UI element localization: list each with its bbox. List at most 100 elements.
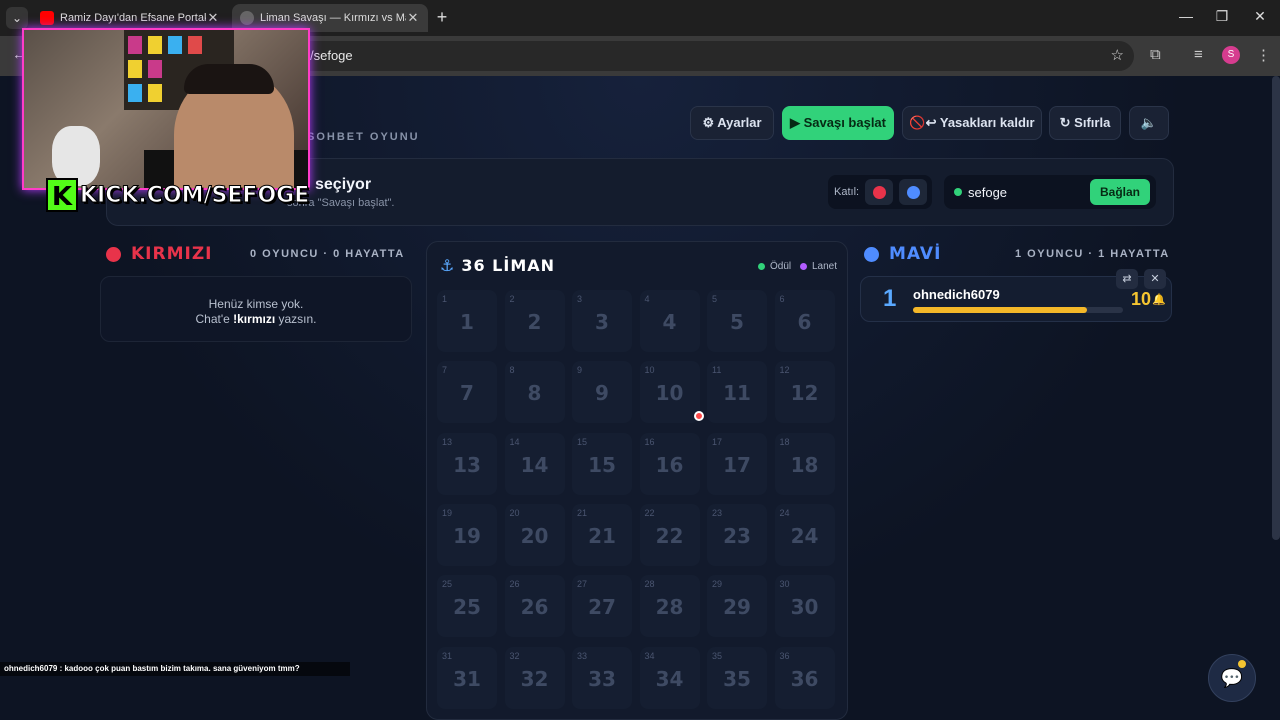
- restore-icon[interactable]: ❐: [1212, 8, 1232, 28]
- red-team-stats: 0 OYUNCU · 0 HAYATTA: [250, 248, 405, 260]
- cell-index: 20: [509, 507, 520, 518]
- cell-number: 17: [723, 452, 751, 477]
- harbor-cell[interactable]: 34 34: [639, 646, 700, 709]
- blue-dot-icon: [906, 185, 920, 199]
- harbor-cell[interactable]: 12 12: [774, 361, 835, 424]
- join-selector: Katıl:: [828, 175, 932, 209]
- cell-index: 12: [779, 365, 790, 376]
- harbor-cell[interactable]: 15 15: [572, 432, 632, 495]
- new-tab-button[interactable]: +: [432, 8, 452, 28]
- cell-index: 21: [577, 507, 588, 518]
- reward-dot-icon: [758, 263, 765, 270]
- curse-dot-icon: [800, 263, 807, 270]
- red-command: !kırmızı: [233, 312, 276, 326]
- streamer-hair: [184, 64, 274, 94]
- harbor-cell[interactable]: 11: [437, 290, 497, 352]
- window-close-icon[interactable]: ✕: [1250, 8, 1270, 28]
- red-dot-icon: [872, 185, 886, 199]
- kebab-menu-icon[interactable]: ⋮: [1256, 46, 1271, 64]
- harbor-cell[interactable]: 77: [437, 361, 497, 424]
- join-red-button[interactable]: [865, 179, 894, 205]
- cell-number: 11: [723, 381, 751, 406]
- harbor-cell[interactable]: 16 16: [639, 432, 700, 495]
- harbor-cell[interactable]: 18 18: [774, 432, 835, 495]
- harbor-cell[interactable]: 32 32: [504, 646, 565, 709]
- cell-number: 34: [655, 666, 684, 691]
- media-queue-icon[interactable]: ≡: [1194, 46, 1203, 63]
- cell-index: 30: [779, 579, 790, 590]
- harbor-cell[interactable]: 22: [504, 290, 565, 352]
- youtube-icon: [40, 11, 54, 25]
- harbor-cell[interactable]: 99: [572, 361, 632, 424]
- cell-number: 1: [460, 310, 474, 334]
- harbor-cell[interactable]: 31 31: [437, 646, 497, 709]
- cell-number: 15: [588, 452, 616, 477]
- remove-player-button[interactable]: ✕: [1144, 269, 1166, 289]
- page-scrollbar[interactable]: [1272, 76, 1280, 540]
- clear-bans-button[interactable]: 🚫↩ Yasakları kaldır: [902, 106, 1042, 140]
- anchor-icon: ⚓: [440, 256, 456, 275]
- harbor-cell[interactable]: 14 14: [504, 432, 565, 495]
- harbor-cell[interactable]: 24 24: [774, 503, 835, 566]
- teddy-bear-image: [52, 126, 100, 186]
- harbor-cell[interactable]: 17 17: [707, 432, 767, 495]
- harbor-cell[interactable]: 25 25: [437, 575, 497, 638]
- join-blue-button[interactable]: [899, 179, 928, 205]
- extensions-icon[interactable]: ⧉: [1150, 46, 1161, 63]
- harbor-cell[interactable]: 33: [572, 290, 632, 352]
- harbor-cell[interactable]: 21 21: [572, 503, 632, 566]
- chat-bubble-button[interactable]: 💬: [1208, 654, 1256, 702]
- close-icon[interactable]: ✕: [406, 10, 420, 26]
- harbor-cell[interactable]: 26 26: [504, 575, 565, 638]
- game-subtitle: SOHBET OYUNU: [307, 131, 420, 143]
- cell-number: 21: [588, 523, 616, 548]
- harbor-cell[interactable]: 13 13: [437, 432, 497, 495]
- harbor-cell[interactable]: 29 29: [707, 575, 767, 638]
- grid-title: ⚓ 36 LİMAN: [440, 256, 556, 275]
- cell-number: 19: [453, 523, 481, 548]
- harbor-cell[interactable]: 55: [707, 290, 767, 352]
- harbor-cell[interactable]: 44: [639, 290, 700, 352]
- harbor-cell[interactable]: 33 33: [572, 646, 632, 709]
- bookmark-star-icon[interactable]: ☆: [1111, 46, 1124, 64]
- swap-team-button[interactable]: ⇄: [1116, 269, 1138, 289]
- connect-button[interactable]: Bağlan: [1090, 179, 1150, 205]
- harbor-cell[interactable]: 20 20: [504, 503, 565, 566]
- harbor-cell[interactable]: 36 36: [774, 646, 835, 709]
- legend-curse: Lanet: [800, 261, 837, 272]
- harbor-cell[interactable]: 22 22: [639, 503, 700, 566]
- cell-index: 27: [577, 579, 588, 590]
- sound-button[interactable]: 🔈: [1129, 106, 1169, 140]
- close-icon[interactable]: ✕: [206, 10, 220, 26]
- red-team-icon: [106, 246, 121, 262]
- harbor-cell[interactable]: 19 19: [437, 503, 497, 566]
- cell-index: 32: [509, 650, 520, 661]
- start-battle-button[interactable]: ▶ Savaşı başlat: [782, 106, 894, 140]
- cell-number: 9: [595, 381, 609, 406]
- cell-number: 18: [790, 452, 819, 477]
- harbor-cell[interactable]: 30 30: [774, 575, 835, 638]
- cell-number: 6: [797, 310, 812, 334]
- tab-search-button[interactable]: ⌄: [6, 7, 28, 29]
- harbor-cell[interactable]: 27 27: [572, 575, 632, 638]
- settings-button[interactable]: ⚙ Ayarlar: [690, 106, 774, 140]
- url-text: /sefoge: [310, 48, 353, 63]
- cell-number: 27: [588, 595, 616, 620]
- cell-number: 7: [460, 381, 474, 406]
- harbor-cell[interactable]: 66: [774, 290, 835, 352]
- kick-logo-icon: K: [46, 178, 78, 212]
- profile-avatar[interactable]: S: [1222, 46, 1240, 64]
- harbor-cell[interactable]: 35 35: [707, 646, 767, 709]
- poster-image: [148, 36, 162, 54]
- cell-number: 29: [723, 595, 751, 620]
- harbor-cell[interactable]: 10 10: [639, 361, 700, 424]
- channel-name-input[interactable]: sefoge: [968, 185, 1007, 200]
- harbor-cell[interactable]: 11 11: [707, 361, 767, 424]
- cell-index: 36: [779, 650, 790, 661]
- harbor-cell[interactable]: 28 28: [639, 575, 700, 638]
- harbor-cell[interactable]: 23 23: [707, 503, 767, 566]
- reset-button[interactable]: ↻ Sıfırla: [1049, 106, 1121, 140]
- cell-index: 5: [712, 294, 718, 304]
- minimize-icon[interactable]: —: [1176, 8, 1196, 28]
- harbor-cell[interactable]: 88: [504, 361, 565, 424]
